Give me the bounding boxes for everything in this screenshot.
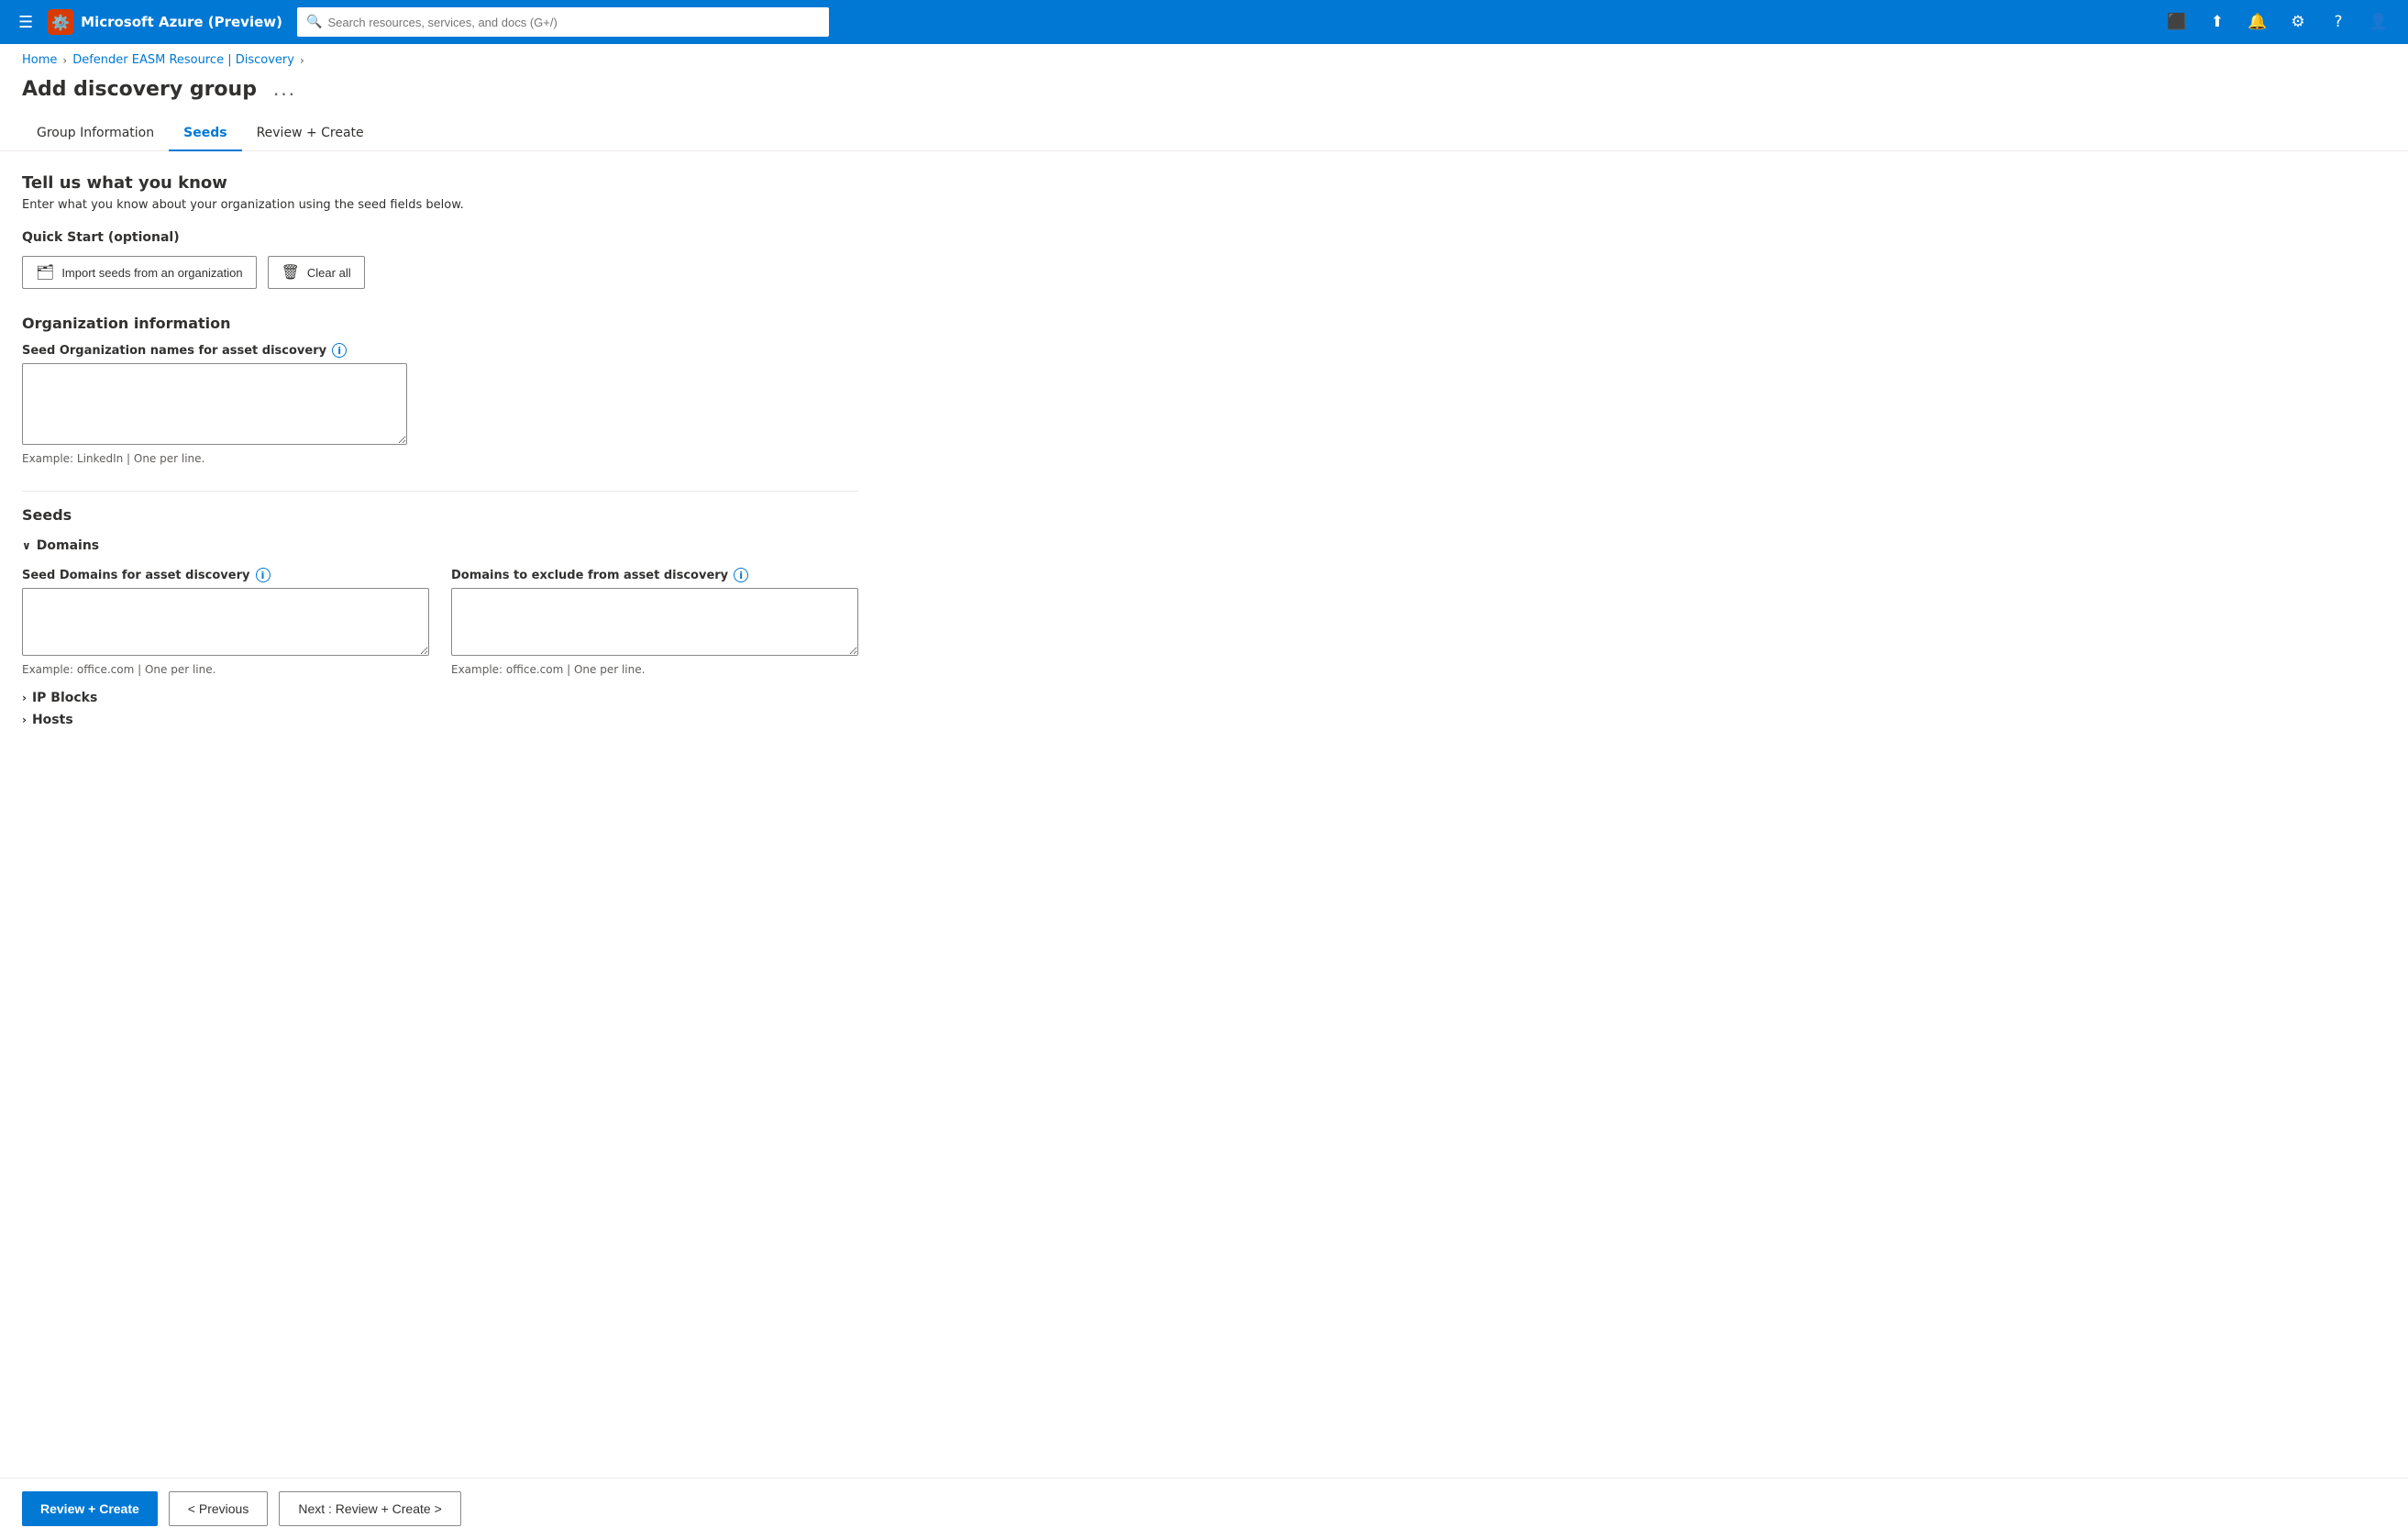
breadcrumb: Home › Defender EASM Resource | Discover… <box>0 44 2408 76</box>
seeds-title: Seeds <box>22 506 858 524</box>
org-names-textarea[interactable] <box>22 363 407 445</box>
org-names-hint: Example: LinkedIn | One per line. <box>22 452 858 465</box>
seed-domains-textarea[interactable] <box>22 588 429 656</box>
hosts-chevron-right-icon: › <box>22 714 27 726</box>
search-input[interactable] <box>327 16 820 29</box>
org-info-section: Organization information Seed Organizati… <box>22 315 858 465</box>
topnav: ☰ ⚙️ Microsoft Azure (Preview) 🔍 ⬛ ⬆ 🔔 ⚙… <box>0 0 2408 44</box>
app-logo: ⚙️ Microsoft Azure (Preview) <box>48 9 282 35</box>
exclude-domains-info-icon[interactable]: i <box>734 568 748 582</box>
search-bar[interactable]: 🔍 <box>297 7 829 37</box>
page-header: Add discovery group ... <box>0 76 2408 116</box>
section-desc: Enter what you know about your organizat… <box>22 198 858 212</box>
exclude-domains-textarea[interactable] <box>451 588 858 656</box>
trash-icon: 🗑 <box>282 263 300 282</box>
tab-group-information[interactable]: Group Information <box>22 116 169 151</box>
domains-fields: Seed Domains for asset discovery i Examp… <box>22 568 858 676</box>
seed-domains-info-icon[interactable]: i <box>256 568 271 582</box>
ip-blocks-collapsible-header[interactable]: › IP Blocks <box>22 691 858 705</box>
org-info-title: Organization information <box>22 315 858 332</box>
review-create-button[interactable]: Review + Create <box>22 1491 158 1526</box>
cloud-shell-icon[interactable]: ⬛ <box>2159 4 2195 40</box>
exclude-domains-label: Domains to exclude from asset discovery … <box>451 568 858 582</box>
topnav-actions: ⬛ ⬆ 🔔 ⚙ ? 👤 <box>2159 4 2397 40</box>
tab-review-create[interactable]: Review + Create <box>242 116 379 151</box>
breadcrumb-resource[interactable]: Defender EASM Resource | Discovery <box>72 53 294 67</box>
tabs: Group Information Seeds Review + Create <box>0 116 2408 151</box>
help-icon[interactable]: ? <box>2320 4 2357 40</box>
clear-all-button[interactable]: 🗑 Clear all <box>268 256 365 289</box>
previous-button[interactable]: < Previous <box>169 1491 269 1526</box>
import-seeds-button[interactable]: 🗂 Import seeds from an organization <box>22 256 257 289</box>
tab-seeds[interactable]: Seeds <box>169 116 241 151</box>
notifications-icon[interactable]: 🔔 <box>2239 4 2276 40</box>
org-names-field-label: Seed Organization names for asset discov… <box>22 343 858 358</box>
account-icon[interactable]: 👤 <box>2360 4 2397 40</box>
hamburger-menu[interactable]: ☰ <box>11 6 40 39</box>
quickstart-section: Quick Start (optional) 🗂 Import seeds fr… <box>22 230 858 289</box>
section-title: Tell us what you know <box>22 173 858 193</box>
exclude-domains-field: Domains to exclude from asset discovery … <box>451 568 858 676</box>
seed-domains-field: Seed Domains for asset discovery i Examp… <box>22 568 429 676</box>
page-title: Add discovery group <box>22 78 257 101</box>
seeds-section: Seeds ∨ Domains Seed Domains for asset d… <box>22 506 858 727</box>
footer-actions: Review + Create < Previous Next : Review… <box>0 1478 2408 1539</box>
settings-icon[interactable]: ⚙ <box>2280 4 2316 40</box>
search-icon: 🔍 <box>306 15 322 29</box>
quickstart-buttons: 🗂 Import seeds from an organization 🗑 Cl… <box>22 256 858 289</box>
main-content: Tell us what you know Enter what you kno… <box>0 151 880 859</box>
upload-icon[interactable]: ⬆ <box>2199 4 2236 40</box>
app-logo-icon: ⚙️ <box>48 9 73 35</box>
domains-collapsible-header[interactable]: ∨ Domains <box>22 538 858 553</box>
ip-blocks-chevron-right-icon: › <box>22 692 27 704</box>
domains-chevron-down-icon: ∨ <box>22 539 31 552</box>
exclude-domains-hint: Example: office.com | One per line. <box>451 663 858 676</box>
breadcrumb-sep-2: › <box>300 54 304 67</box>
breadcrumb-sep-1: › <box>62 54 67 67</box>
page-more-button[interactable]: ... <box>268 76 302 102</box>
hosts-collapsible-header[interactable]: › Hosts <box>22 713 858 727</box>
breadcrumb-home[interactable]: Home <box>22 53 57 67</box>
next-review-create-button[interactable]: Next : Review + Create > <box>279 1491 460 1526</box>
seed-domains-label: Seed Domains for asset discovery i <box>22 568 429 582</box>
org-names-info-icon[interactable]: i <box>332 343 347 358</box>
divider-1 <box>22 491 858 492</box>
app-name: Microsoft Azure (Preview) <box>81 14 282 30</box>
quickstart-label: Quick Start (optional) <box>22 230 858 245</box>
seed-domains-hint: Example: office.com | One per line. <box>22 663 429 676</box>
import-icon: 🗂 <box>36 263 54 282</box>
